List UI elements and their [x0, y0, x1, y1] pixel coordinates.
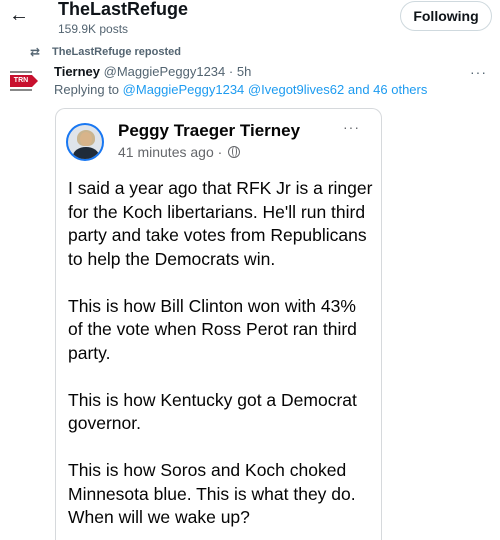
embedded-time-text: 41 minutes ago ·: [118, 144, 223, 160]
embedded-more-icon: ···: [343, 119, 360, 135]
embedded-author-name: Peggy Traeger Tierney: [118, 121, 301, 140]
avatar-bottom-rule: [10, 89, 32, 91]
separator: ·: [228, 64, 234, 79]
arrow-left-icon: ←: [9, 4, 29, 26]
tweet-author-line: Tierney @MaggiePeggy1234 · 5h: [54, 64, 251, 79]
avatar-top-rule: [10, 71, 32, 73]
repost-text[interactable]: TheLastRefuge reposted: [52, 46, 181, 58]
replying-prefix: Replying to: [54, 82, 120, 97]
post-paragraph: This is how Kentucky got a Democrat gove…: [68, 389, 357, 434]
post-paragraph: This is how Soros and Koch choked Minnes…: [68, 460, 356, 527]
profile-name[interactable]: TheLastRefuge: [58, 0, 188, 20]
profile-header: ← TheLastRefuge 159.9K posts Following: [0, 0, 500, 38]
post-paragraph: I said a year ago that RFK Jr is a ringe…: [68, 178, 373, 269]
repost-indicator: ⇄ TheLastRefuge reposted: [30, 44, 181, 60]
more-options-button[interactable]: ···: [470, 64, 487, 80]
embedded-post-time: 41 minutes ago ·: [118, 144, 241, 160]
post-count: 159.9K posts: [58, 22, 129, 36]
avatar-badge: TRN: [10, 75, 38, 87]
avatar-face: [80, 132, 92, 146]
repost-icon: ⇄: [30, 45, 41, 59]
reply-others-link[interactable]: and 46 others: [348, 82, 428, 97]
author-handle[interactable]: @MaggiePeggy1234: [104, 64, 226, 79]
reply-handle-link[interactable]: @Ivegot9lives62: [248, 82, 344, 97]
avatar[interactable]: TRN: [8, 70, 38, 92]
replying-to-line: Replying to @MaggiePeggy1234 @Ivegot9liv…: [54, 82, 427, 97]
reply-handle-link[interactable]: @MaggiePeggy1234: [123, 82, 245, 97]
globe-icon: [228, 146, 241, 158]
embedded-author-avatar: [66, 123, 104, 161]
back-button[interactable]: ←: [6, 2, 32, 28]
tweet-timestamp[interactable]: 5h: [237, 64, 251, 79]
post-paragraph: This is how Bill Clinton won with 43% of…: [68, 295, 357, 363]
avatar-body: [73, 147, 99, 159]
embedded-post-body: I said a year ago that RFK Jr is a ringe…: [68, 177, 373, 540]
embedded-post-image[interactable]: Peggy Traeger Tierney 41 minutes ago · ·…: [55, 108, 382, 540]
author-name[interactable]: Tierney: [54, 64, 100, 79]
following-button[interactable]: Following: [400, 1, 492, 31]
